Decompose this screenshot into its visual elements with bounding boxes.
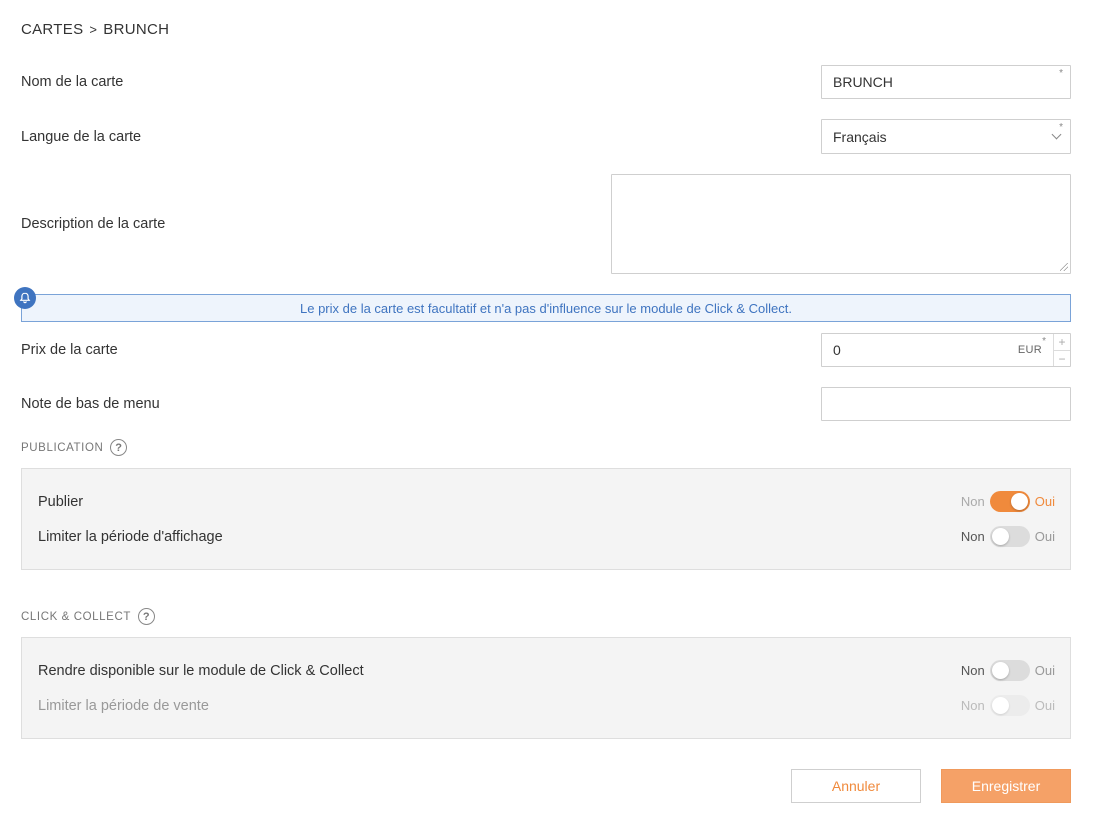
price-input[interactable]: 0 EUR * + − (821, 333, 1071, 367)
bell-icon (14, 287, 36, 309)
description-textarea[interactable] (611, 174, 1071, 274)
required-mark: * (1042, 336, 1046, 347)
breadcrumb-parent[interactable]: CARTES (21, 21, 83, 38)
limit-sale-toggle: Non Oui (961, 695, 1055, 716)
toggle-off-label: Non (960, 494, 985, 509)
toggle-on-label: Oui (1034, 698, 1055, 713)
resize-handle-icon[interactable] (1060, 263, 1068, 271)
required-mark: * (1059, 68, 1063, 79)
limit-sale-label: Limiter la période de vente (38, 698, 209, 714)
language-value: Français (833, 128, 887, 145)
click-collect-available-toggle[interactable]: Non Oui (961, 660, 1055, 681)
language-label: Langue de la carte (21, 129, 142, 145)
toggle-off-label: Non (960, 529, 985, 544)
toggle-switch[interactable] (989, 491, 1030, 512)
toggle-switch[interactable] (989, 526, 1030, 547)
breadcrumb: CARTES > BRUNCH (21, 21, 169, 38)
publication-panel: Publier Non Oui Limiter la période d'aff… (21, 468, 1071, 570)
save-button[interactable]: Enregistrer (941, 769, 1071, 803)
click-collect-section-title: CLICK & COLLECT ? (21, 608, 155, 625)
publication-section-title: PUBLICATION ? (21, 439, 128, 456)
breadcrumb-current: BRUNCH (103, 21, 170, 38)
toggle-off-label: Non (960, 663, 985, 678)
language-select[interactable]: Français * (821, 119, 1071, 154)
publish-label: Publier (38, 494, 84, 510)
cancel-button[interactable]: Annuler (791, 769, 921, 803)
decrement-button[interactable]: − (1054, 350, 1070, 366)
name-label: Nom de la carte (21, 74, 124, 90)
footer-note-input[interactable] (821, 387, 1071, 421)
help-icon[interactable]: ? (137, 608, 155, 625)
name-input[interactable]: BRUNCH * (821, 65, 1071, 99)
toggle-switch[interactable] (989, 660, 1030, 681)
toggle-on-label: Oui (1034, 529, 1055, 544)
click-collect-panel: Rendre disponible sur le module de Click… (21, 637, 1071, 739)
info-banner-text: Le prix de la carte est facultatif et n'… (300, 300, 792, 316)
price-stepper: + − (1053, 334, 1070, 366)
click-collect-title: CLICK & COLLECT (21, 610, 131, 623)
breadcrumb-separator: > (89, 22, 98, 37)
publish-toggle[interactable]: Non Oui (961, 491, 1055, 512)
currency-unit: EUR (1017, 344, 1042, 356)
toggle-on-label: Oui (1034, 663, 1055, 678)
toggle-knob (991, 697, 1009, 714)
price-value: 0 (833, 342, 841, 358)
publication-title: PUBLICATION (21, 441, 104, 454)
help-icon[interactable]: ? (110, 439, 128, 456)
increment-button[interactable]: + (1054, 334, 1070, 350)
toggle-switch (989, 695, 1030, 716)
name-value: BRUNCH (833, 74, 893, 90)
footer-note-label: Note de bas de menu (21, 396, 160, 412)
limit-display-label: Limiter la période d'affichage (38, 529, 223, 545)
limit-display-toggle[interactable]: Non Oui (961, 526, 1055, 547)
toggle-knob (991, 528, 1009, 545)
toggle-knob (1010, 493, 1028, 510)
toggle-off-label: Non (960, 698, 985, 713)
toggle-on-label: Oui (1034, 494, 1055, 509)
info-banner: Le prix de la carte est facultatif et n'… (21, 294, 1071, 322)
price-label: Prix de la carte (21, 342, 118, 358)
toggle-knob (991, 662, 1009, 679)
click-collect-available-label: Rendre disponible sur le module de Click… (38, 663, 364, 679)
required-mark: * (1059, 122, 1063, 133)
description-label: Description de la carte (21, 216, 166, 232)
